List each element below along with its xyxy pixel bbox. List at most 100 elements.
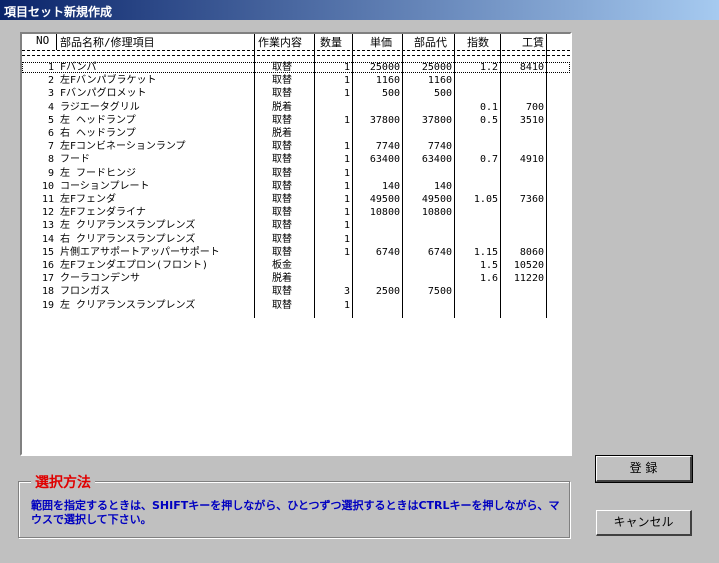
cell-work: 脱着: [272, 273, 292, 285]
table-row[interactable]: 6 右 ヘッドランプ 脱着: [22, 128, 570, 139]
table-row[interactable]: 13 左 クリアランスランプレンズ 取替 1: [22, 220, 570, 231]
table-row[interactable]: 17 クーラコンデンサ 脱着 1.6 11220: [22, 273, 570, 284]
cell-no: 12: [41, 207, 54, 219]
cell-work: 取替: [272, 88, 292, 100]
header-work: 作業内容: [258, 36, 302, 49]
cell-parts: 1160: [427, 75, 452, 87]
cell-parts: 7500: [427, 286, 452, 298]
cell-name: Fバンパグロメット: [60, 88, 147, 100]
table-row[interactable]: 4 ラジエータグリル 脱着 0.1 700: [22, 102, 570, 113]
cell-no: 15: [41, 246, 54, 258]
table-row[interactable]: 10 コーションプレート 取替 1 140 140: [22, 181, 570, 192]
cell-no: 10: [41, 180, 54, 192]
cell-parts: 49500: [421, 194, 452, 205]
cell-unit: 500: [381, 88, 400, 100]
table-row[interactable]: 7 左Fコンビネーションランプ 取替 1 7740 7740: [22, 141, 570, 152]
cell-no: 19: [41, 299, 54, 311]
table-row[interactable]: 12 左Fフェンダライナ 取替 1 10800 10800: [22, 207, 570, 218]
item-list[interactable]: NO 部品名称/修理項目 作業内容 数量 単価 部品代 指数 工賃 1 Fバンパ取…: [20, 32, 572, 456]
cell-work: 取替: [272, 194, 292, 205]
cell-work: 取替: [272, 167, 292, 179]
table-row[interactable]: 18 フロンガス 取替 3 2500 7500: [22, 286, 570, 297]
cancel-button[interactable]: キャンセル: [596, 510, 692, 536]
header-separator-1: [22, 50, 570, 51]
cell-no: 9: [47, 167, 54, 179]
cell-parts: 7740: [427, 141, 452, 153]
cell-work: 取替: [272, 286, 292, 298]
table-row[interactable]: 8 フード 取替 1 63400 63400 0.7 4910: [22, 154, 570, 165]
cell-work: 取替: [272, 246, 292, 258]
title-bar: 項目セット新規作成: [0, 0, 719, 20]
selection-method-text: 範囲を指定するときは、SHIFTキーを押しながら、ひとつずつ選択するときはCTR…: [31, 499, 560, 526]
cell-no: 16: [41, 260, 54, 271]
cell-labor: 11220: [513, 273, 544, 285]
cell-work: 取替: [272, 62, 292, 73]
cell-name: ラジエータグリル: [60, 101, 140, 113]
cell-name: 左Fフェンダエプロン(フロント): [60, 260, 209, 271]
cell-name: 右 ヘッドランプ: [60, 128, 136, 139]
col-divider: [56, 34, 57, 50]
cell-no: 7: [47, 141, 54, 153]
cell-unit: 10800: [369, 207, 400, 219]
cell-work: 取替: [272, 233, 292, 245]
cell-unit: 25000: [369, 62, 400, 73]
table-row[interactable]: 1 Fバンパ 取替 1 25000 25000 1.2 8410: [22, 62, 570, 73]
cell-labor: 8410: [519, 62, 544, 73]
window-title: 項目セット新規作成: [4, 5, 113, 19]
cell-no: 17: [41, 273, 54, 285]
cell-work: 取替: [272, 299, 292, 311]
table-row[interactable]: 3 Fバンパグロメット 取替 1 500 500: [22, 88, 570, 99]
cell-name: 右 クリアランスランプレンズ: [60, 233, 196, 245]
cell-qty: 1: [343, 194, 350, 205]
cell-parts: 140: [433, 180, 452, 192]
cell-qty: 1: [343, 62, 350, 73]
table-row[interactable]: 19 左 クリアランスランプレンズ 取替 1: [22, 300, 570, 311]
cell-unit: 140: [381, 180, 400, 192]
cell-parts: 63400: [421, 154, 452, 166]
cell-parts: 25000: [421, 62, 452, 73]
cell-index: 0.7: [479, 154, 498, 166]
cell-no: 13: [41, 220, 54, 232]
cell-name: 左 クリアランスランプレンズ: [60, 220, 196, 232]
cell-qty: 1: [343, 233, 350, 245]
table-row[interactable]: 14 右 クリアランスランプレンズ 取替 1: [22, 234, 570, 245]
cell-qty: 1: [343, 246, 350, 258]
cell-qty: 1: [343, 154, 350, 166]
cell-index: 0.1: [479, 101, 498, 113]
cell-qty: 1: [343, 141, 350, 153]
cell-name: 左 フードヒンジ: [60, 167, 137, 179]
cell-index: 1.15: [473, 246, 498, 258]
cell-work: 取替: [272, 141, 292, 153]
cell-no: 6: [47, 128, 54, 139]
table-row[interactable]: 5 左 ヘッドランプ 取替 1 37800 37800 0.5 3510: [22, 115, 570, 126]
table-row[interactable]: 11 左Fフェンダ 取替 1 49500 49500 1.05 7360: [22, 194, 570, 205]
register-button[interactable]: 登 録: [595, 455, 693, 483]
cell-labor: 10520: [513, 260, 544, 271]
cell-name: 左 ヘッドランプ: [60, 114, 136, 126]
cell-unit: 63400: [369, 154, 400, 166]
cell-work: 取替: [272, 180, 292, 192]
cell-index: 0.5: [479, 114, 498, 126]
cell-qty: 3: [343, 286, 350, 298]
cell-no: 5: [47, 114, 54, 126]
header-no: NO: [36, 34, 50, 47]
cell-parts: 500: [433, 88, 452, 100]
cell-no: 3: [47, 88, 54, 100]
table-row[interactable]: 16 左Fフェンダエプロン(フロント) 板金 1.5 10520: [22, 260, 570, 271]
cell-name: コーションプレート: [60, 180, 150, 192]
cell-work: 脱着: [272, 128, 292, 139]
cell-unit: 7740: [375, 141, 400, 153]
cell-work: 脱着: [272, 101, 292, 113]
cell-work: 取替: [272, 207, 292, 219]
cell-work: 板金: [272, 260, 292, 271]
table-row[interactable]: 2 左Fバンパブラケット 取替 1 1160 1160: [22, 75, 570, 86]
table-row[interactable]: 15 片側エアサポートアッパーサポート 取替 1 6740 6740 1.15 8060: [22, 247, 570, 258]
cell-no: 11: [41, 194, 54, 205]
cell-no: 1: [47, 62, 54, 73]
cell-no: 18: [41, 286, 54, 298]
header-name: 部品名称/修理項目: [60, 36, 155, 49]
cell-no: 4: [47, 101, 54, 113]
cell-index: 1.2: [479, 62, 498, 73]
table-row[interactable]: 9 左 フードヒンジ 取替 1: [22, 168, 570, 179]
cell-name: フード: [60, 154, 90, 166]
